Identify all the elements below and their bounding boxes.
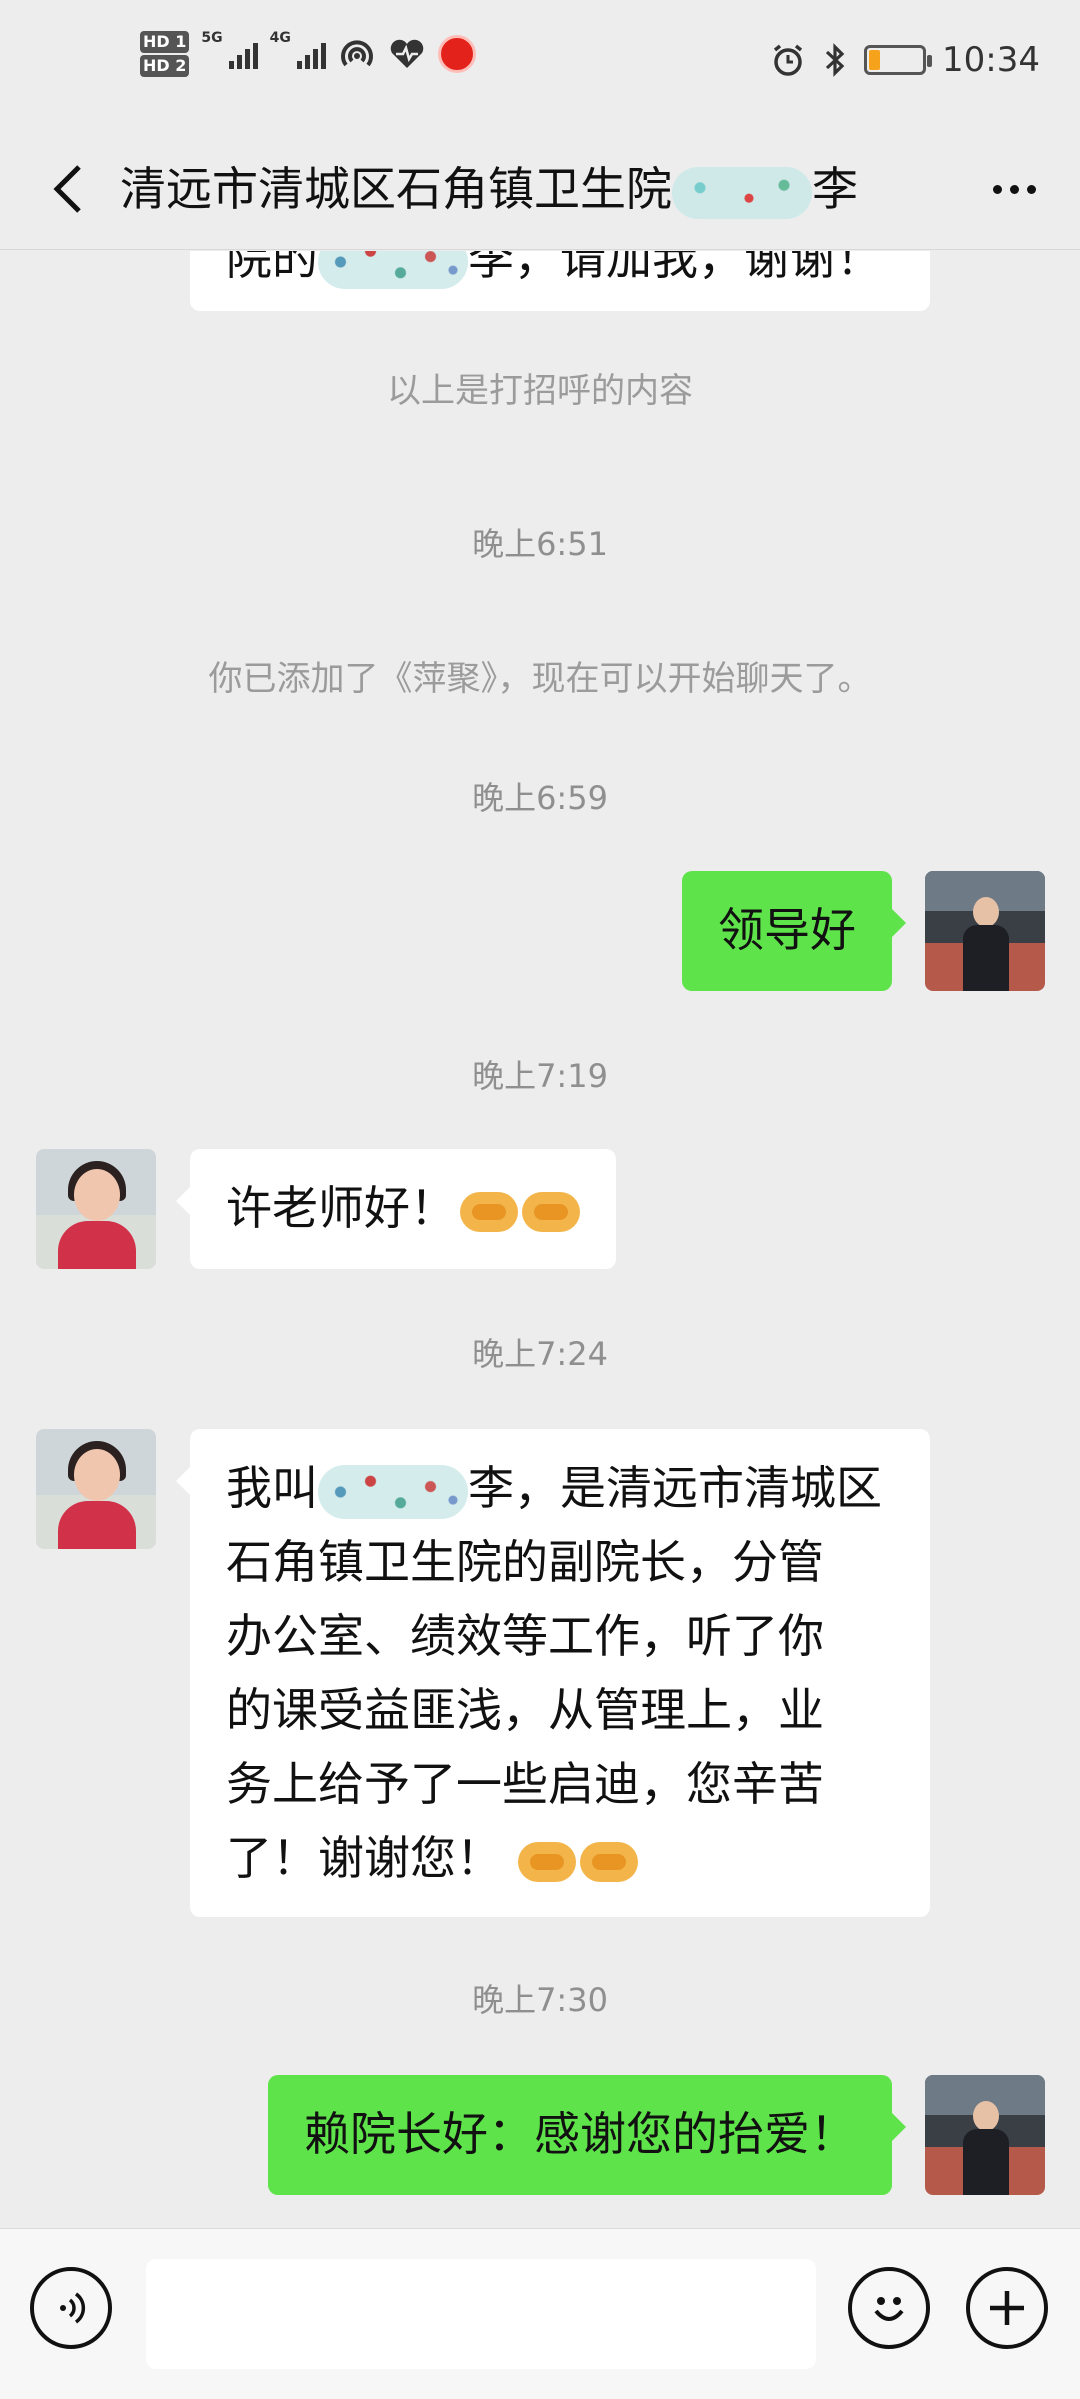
message-bubble-outgoing[interactable]: 赖院长好：感谢您的抬爱！ [268, 2075, 906, 2195]
message-line: 务上给予了一些启迪，您辛苦 [226, 1757, 824, 1811]
signal-4g-icon [296, 39, 326, 69]
emoji-button[interactable] [848, 2267, 930, 2349]
handshake-emoji [522, 1191, 580, 1232]
chat-title-text: 清远市清城区石角镇卫生院 [120, 162, 672, 216]
hd1-label: HD 1 [140, 31, 190, 53]
message-line: 石角镇卫生院的副院长，分管 [226, 1535, 824, 1589]
chevron-left-icon [53, 165, 81, 213]
voice-button[interactable] [30, 2267, 112, 2349]
bluetooth-icon [825, 43, 845, 77]
avatar[interactable] [925, 2075, 1045, 2195]
message-line: 办公室、绩效等工作，听了你 [226, 1609, 824, 1663]
network-4g-label: 4G [269, 30, 291, 46]
input-bar [0, 2228, 1080, 2399]
status-bar: HD 1 HD 2 5G 4G 10:34 [0, 0, 1080, 130]
app-badge-icon [437, 35, 476, 73]
message-line: 了！谢谢您！ [226, 1821, 894, 1895]
alarm-icon [773, 44, 803, 76]
handshake-emoji [460, 1191, 518, 1232]
chat-header: 清远市清城区石角镇卫生院 李 [0, 130, 1080, 250]
status-left: HD 1 HD 2 5G 4G [140, 30, 476, 78]
avatar[interactable] [36, 1429, 156, 1549]
hd-indicator: HD 1 HD 2 [140, 30, 190, 78]
message-bubble-incoming[interactable]: 我叫 李，是清远市清城区 石角镇卫生院的副院长，分管 办公室、绩效等工作，听了你 … [176, 1429, 930, 1917]
message-bubble-outgoing[interactable]: 领导好 [682, 871, 906, 991]
signal-5g-icon [228, 39, 258, 69]
message-text: 许老师好！ [226, 1181, 456, 1235]
system-notice: 以上是打招呼的内容 [387, 371, 693, 411]
message-input[interactable] [146, 2259, 816, 2369]
health-icon [390, 39, 424, 68]
message-bubble-incoming[interactable]: 许老师好！ [176, 1149, 616, 1269]
hotspot-icon [340, 40, 373, 67]
redacted-name [318, 251, 468, 289]
message-line: 的课受益匪浅，从管理上，业 [226, 1683, 824, 1737]
voice-icon [60, 2292, 86, 2324]
timestamp: 晚上7:19 [472, 1057, 608, 1095]
battery-icon [864, 45, 933, 75]
avatar[interactable] [925, 871, 1045, 991]
timestamp: 晚上7:24 [472, 1335, 608, 1373]
chat-title: 清远市清城区石角镇卫生院 李 [120, 154, 858, 224]
system-notice: 你已添加了《萍聚》，现在可以开始聊天了。 [208, 659, 872, 699]
emoji-icon [874, 2297, 904, 2321]
back-button[interactable] [34, 154, 104, 224]
avatar[interactable] [36, 1149, 156, 1269]
handshake-emoji [518, 1841, 576, 1882]
message-text-part: 院的 [226, 251, 318, 285]
plus-button[interactable] [966, 2267, 1048, 2349]
timestamp: 晚上6:59 [472, 779, 608, 817]
timestamp: 晚上7:30 [472, 1981, 608, 2019]
handshake-emoji [580, 1841, 638, 1882]
message-text: 领导好 [718, 903, 856, 957]
redacted-name [672, 166, 812, 219]
chat-title-suffix: 李 [812, 162, 858, 216]
message-text-part: 李，请加我，谢谢！ [468, 251, 882, 285]
plus-icon [990, 2291, 1024, 2325]
timestamp: 晚上6:51 [472, 525, 608, 563]
message-text: 赖院长好：感谢您的抬爱！ [304, 2107, 856, 2161]
status-right: 10:34 [770, 40, 1040, 80]
message-list[interactable]: 院的 李，请加我，谢谢！ 以上是打招呼的内容 晚上6:51 你已添加了《萍聚》，现… [0, 251, 1080, 2228]
redacted-name [318, 1464, 468, 1519]
message-bubble[interactable]: 院的 李，请加我，谢谢！ [190, 251, 930, 311]
more-button[interactable] [974, 154, 1054, 224]
more-dots-icon [992, 184, 1002, 194]
hd2-label: HD 2 [140, 55, 190, 77]
network-5g-label: 5G [201, 30, 223, 46]
clock: 10:34 [942, 40, 1040, 80]
message-line: 我叫 李，是清远市清城区 [226, 1451, 894, 1525]
